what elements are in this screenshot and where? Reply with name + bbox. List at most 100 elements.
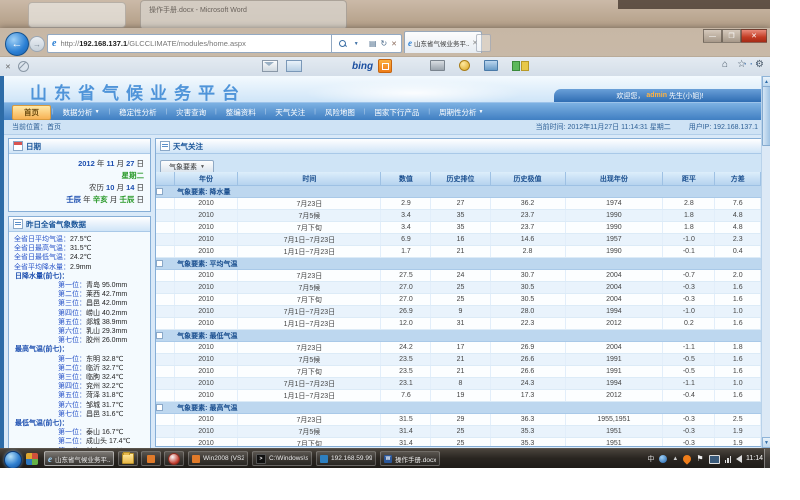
table-row[interactable]: 20107月下旬23.52126.61991-0.51.6 — [156, 366, 761, 378]
satellite-icon[interactable] — [484, 60, 498, 71]
taskbar-media-app[interactable] — [164, 451, 184, 466]
table-row[interactable]: 20107月下旬3.43523.719901.84.8 — [156, 222, 761, 234]
card-icon[interactable] — [286, 60, 302, 72]
close-bar-icon[interactable]: ✕ — [5, 63, 11, 71]
volume-icon[interactable] — [736, 455, 742, 463]
favorites-star-icon[interactable]: ☆ — [737, 59, 746, 70]
puzzle-icon[interactable] — [512, 61, 529, 71]
display-tray-icon[interactable] — [709, 455, 720, 464]
table-row[interactable]: 20107月23日2.92736.219742.87.6 — [156, 198, 761, 210]
table-row[interactable]: 20107月23日24.21726.92004-1.11.8 — [156, 342, 761, 354]
nav-item-3[interactable]: 稳定性分析 — [111, 106, 165, 119]
taskbar-window-3[interactable]: 192.168.59.99... — [316, 451, 376, 466]
table-row[interactable]: 20107月23日31.52936.31955,1951-0.32.5 — [156, 414, 761, 426]
weather-stat-line: 全省日最高气温：31.5℃ — [14, 244, 150, 253]
group-row[interactable]: 气象要素: 最高气温 — [156, 402, 761, 414]
taskbar-explorer[interactable] — [118, 451, 138, 466]
row-indent-cell — [156, 366, 174, 378]
action-center-flag-icon[interactable]: ⚑ — [696, 455, 703, 463]
network-signal-icon[interactable] — [725, 455, 732, 463]
nav-item-5[interactable]: 整编资料 — [218, 106, 264, 119]
group-row[interactable]: 气象要素: 最低气温 — [156, 330, 761, 342]
table-row[interactable]: 20107月1日~7月23日26.9928.01994-1.01.0 — [156, 306, 761, 318]
column-header: 年份 — [174, 172, 238, 186]
nav-item-7[interactable]: 风险地图 — [317, 106, 363, 119]
table-row[interactable]: 20107月5候23.52126.61991-0.51.6 — [156, 354, 761, 366]
blocked-icon[interactable] — [18, 61, 29, 72]
nav-item-2[interactable]: 数据分析▼ — [55, 106, 108, 119]
stop-icon[interactable]: ✕ — [391, 40, 397, 48]
row-indent-cell — [156, 210, 174, 222]
group-row[interactable]: 气象要素: 降水量 — [156, 186, 761, 198]
scroll-down-arrow[interactable]: ▼ — [762, 437, 770, 448]
lunar-date-token: 日 — [134, 183, 144, 192]
group-row[interactable]: 气象要素: 平均气温 — [156, 258, 761, 270]
rank-label: 第二位： — [58, 365, 86, 372]
taskbar-window-1[interactable]: Win2008 (VS2... — [188, 451, 248, 466]
table-row[interactable]: 20107月5候27.02530.52004-0.31.6 — [156, 282, 761, 294]
taskbar-window-4[interactable]: W操作手册.docx ... — [380, 451, 440, 466]
group-checkbox[interactable] — [156, 188, 163, 195]
browser-forward-button[interactable]: → — [29, 36, 45, 52]
nav-item-9[interactable]: 周期性分析▼ — [431, 106, 491, 119]
table-row[interactable]: 20101月1日~7月23日1.7212.81990-0.10.4 — [156, 246, 761, 258]
rank-value: 崂山 40.2mm — [86, 310, 127, 317]
table-cell: 17 — [431, 342, 490, 354]
table-cell: -0.7 — [663, 270, 715, 282]
coin-icon[interactable] — [459, 60, 470, 71]
bing-logo[interactable]: bing — [352, 61, 373, 72]
taskbar-clock[interactable]: 11:14 — [746, 455, 763, 462]
status-line: 当前时间: 2012年11月27日 11:14:31 星期二 用户IP: 192… — [520, 122, 758, 132]
address-bar[interactable]: e http://192.168.137.1/GLCCLIMATE/module… — [47, 34, 341, 53]
refresh-icon[interactable]: ↻ — [380, 39, 387, 48]
group-label-cell: 气象要素: 平均气温 — [174, 258, 760, 270]
firefox-tray-icon[interactable] — [682, 453, 693, 464]
table-cell: -0.4 — [663, 390, 715, 402]
mail-icon[interactable] — [262, 60, 278, 72]
table-row[interactable]: 20107月5候31.42535.31951-0.31.9 — [156, 426, 761, 438]
maximize-button[interactable]: ❐ — [722, 29, 741, 43]
nav-item-1[interactable]: 首页 — [12, 105, 51, 120]
table-row[interactable]: 20107月1日~7月23日6.91614.61957-1.02.3 — [156, 234, 761, 246]
group-checkbox[interactable] — [156, 404, 163, 411]
group-checkbox[interactable] — [156, 332, 163, 339]
nav-item-6[interactable]: 天气关注 — [267, 106, 313, 119]
camera-icon[interactable] — [430, 60, 445, 71]
table-row[interactable]: 20101月1日~7月23日7.61917.32012-0.41.6 — [156, 390, 761, 402]
word-icon: W — [384, 455, 392, 463]
table-row[interactable]: 20107月23日27.52430.72004-0.72.0 — [156, 270, 761, 282]
taskbar-active-ie[interactable]: e 山东省气候业务平... — [44, 451, 114, 466]
quick-launch-icon[interactable] — [26, 453, 38, 465]
compatibility-icon[interactable]: ▤ — [369, 39, 377, 48]
column-header: 距平 — [663, 172, 715, 186]
messenger-icon[interactable] — [378, 59, 392, 73]
show-desktop-button[interactable] — [764, 449, 770, 468]
scrollbar-thumb[interactable] — [762, 86, 770, 146]
close-button[interactable]: ✕ — [741, 29, 767, 43]
nav-item-4[interactable]: 灾害查询 — [168, 106, 214, 119]
minimize-button[interactable]: — — [703, 29, 722, 43]
row-indent-cell — [156, 438, 174, 447]
taskbar-app-orange[interactable] — [141, 451, 161, 466]
settings-gear-icon[interactable]: ⚙ — [755, 59, 764, 70]
table-row[interactable]: 20101月1日~7月23日12.03122.320120.21.6 — [156, 318, 761, 330]
tray-expand-icon[interactable]: ▲ — [672, 456, 678, 462]
browser-tab[interactable]: e 山东省气候业务平... ✕ — [404, 31, 482, 53]
page-viewport: 山东省气候业务平台 欢迎您， admin 先生(小姐)! 首页|数据分析▼|稳定… — [0, 76, 766, 448]
table-row[interactable]: 20107月下旬27.02530.52004-0.31.6 — [156, 294, 761, 306]
ime-indicator[interactable]: 中 — [647, 454, 654, 464]
table-row[interactable]: 20107月1日~7月23日23.1824.31994-1.11.0 — [156, 378, 761, 390]
nav-item-8[interactable]: 国家下行产品 — [366, 106, 427, 119]
cmd-icon: > — [256, 454, 266, 464]
home-icon[interactable]: ⌂ — [722, 59, 728, 70]
new-tab-button[interactable] — [476, 34, 491, 52]
table-row[interactable]: 20107月下旬31.42535.31951-0.31.9 — [156, 438, 761, 447]
table-row[interactable]: 20107月5候3.43523.719901.84.8 — [156, 210, 761, 222]
globe-tray-icon[interactable] — [659, 455, 667, 463]
taskbar-window-2[interactable]: >C:\Windows\s... — [252, 451, 312, 466]
table-cell: 2010 — [174, 246, 238, 258]
group-checkbox[interactable] — [156, 260, 163, 267]
browser-back-button[interactable]: ← — [5, 32, 29, 56]
address-search-button[interactable]: ▼ — [331, 34, 367, 53]
start-button[interactable] — [4, 451, 22, 468]
